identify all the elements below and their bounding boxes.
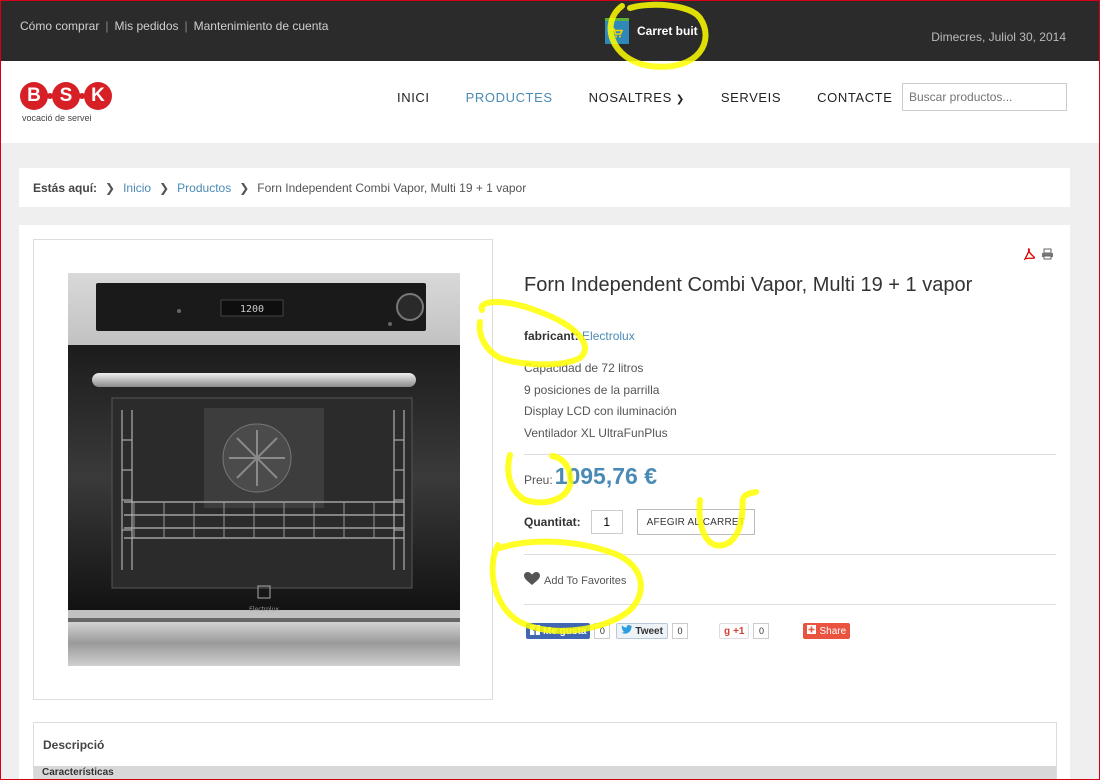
- link-my-orders[interactable]: Mis pedidos: [114, 19, 178, 33]
- quantity-row: Quantitat: AFEGIR AL CARRET: [524, 509, 756, 535]
- separator: |: [184, 19, 188, 33]
- divider: [524, 454, 1056, 455]
- manufacturer-label: fabricant:: [524, 329, 579, 343]
- characteristics-header: Características: [34, 766, 1056, 780]
- feature-item: Display LCD con iluminación: [524, 404, 677, 418]
- breadcrumb: Estás aquí: ❯ Inicio ❯ Productos ❯ Forn …: [19, 168, 1070, 207]
- nav-inici[interactable]: INICI: [397, 90, 430, 105]
- product-manufacturer: fabricant: Electrolux: [524, 329, 635, 343]
- facebook-like-button[interactable]: Me gusta: [526, 623, 591, 639]
- quantity-label: Quantitat:: [524, 515, 581, 529]
- nav-productes[interactable]: PRODUCTES: [466, 90, 553, 105]
- top-bar: Cómo comprar | Mis pedidos | Mantenimien…: [0, 0, 1100, 61]
- favorites-label: Add To Favorites: [544, 574, 627, 587]
- feature-item: Capacidad de 72 litros: [524, 361, 644, 375]
- price-label: Preu:: [524, 473, 553, 487]
- cart-status: Carret buit: [637, 24, 698, 38]
- facebook-icon: [530, 624, 540, 638]
- logo-letter: B: [20, 82, 48, 110]
- logo-tagline: vocació de servei: [22, 113, 92, 123]
- nav-contacte[interactable]: CONTACTE: [817, 90, 892, 105]
- chevron-down-icon: ❯: [675, 94, 685, 105]
- facebook-label: Me gusta: [543, 625, 587, 637]
- breadcrumb-label: Estás aquí:: [33, 180, 98, 195]
- quantity-input[interactable]: [590, 510, 623, 534]
- google-plus-icon: g: [723, 625, 731, 637]
- oven-brand: Electrolux: [249, 606, 279, 613]
- divider: [524, 604, 1056, 605]
- nav-serveis[interactable]: SERVEIS: [721, 90, 781, 105]
- nav-nosaltres[interactable]: NOSALTRES ❯: [589, 90, 685, 105]
- nav-nosaltres-label: NOSALTRES: [588, 90, 672, 105]
- print-icon[interactable]: [1041, 247, 1054, 265]
- add-to-favorites[interactable]: Add To Favorites: [524, 572, 626, 589]
- feature-list: Capacidad de 72 litros 9 posiciones de l…: [524, 358, 677, 444]
- link-account[interactable]: Mantenimiento de cuenta: [194, 19, 329, 33]
- plus-icon: [807, 625, 817, 637]
- chevron-right-icon: ❯: [105, 180, 116, 195]
- site-logo[interactable]: B S K vocació de servei: [20, 82, 112, 123]
- tweet-label: Tweet: [635, 625, 663, 637]
- tab-description[interactable]: Descripció: [43, 738, 104, 752]
- google-plus-count: 0: [753, 623, 770, 639]
- feature-item: Ventilador XL UltraFunPlus: [524, 425, 668, 440]
- product-tools: [1023, 247, 1054, 265]
- heart-icon: [524, 572, 540, 589]
- tweet-count: 0: [671, 623, 688, 639]
- social-buttons: Me gusta 0 Tweet 0 g +1 0 Share: [526, 623, 851, 639]
- oven-image: 1200 Electrolux: [68, 273, 460, 666]
- chevron-right-icon: ❯: [159, 180, 170, 195]
- main-nav: INICI PRODUCTES NOSALTRES ❯ SERVEIS CONTA…: [397, 90, 929, 105]
- product-price: 1095,76 €: [554, 463, 658, 489]
- google-plus-button[interactable]: g +1: [718, 623, 750, 639]
- cart-icon: [605, 18, 629, 44]
- tweet-button[interactable]: Tweet: [616, 623, 668, 639]
- chevron-right-icon: ❯: [239, 180, 250, 195]
- search-input[interactable]: [902, 83, 1067, 111]
- current-date: Dimecres, Juliol 30, 2014: [931, 30, 1066, 44]
- logo-letter: K: [84, 82, 112, 110]
- google-plus-label: +1: [733, 625, 745, 637]
- oven-display: 1200: [240, 304, 264, 315]
- separator: |: [105, 19, 109, 33]
- breadcrumb-home[interactable]: Inicio: [123, 181, 151, 195]
- twitter-icon: [621, 625, 633, 637]
- breadcrumb-current: Forn Independent Combi Vapor, Multi 19 +…: [257, 180, 527, 195]
- divider: [524, 554, 1056, 555]
- share-button[interactable]: Share: [803, 623, 851, 639]
- feature-item: 9 posiciones de la parrilla: [524, 382, 660, 397]
- product-image[interactable]: 1200 Electrolux: [33, 239, 493, 700]
- description-panel: Descripció Características: [33, 722, 1057, 780]
- product-title: Forn Independent Combi Vapor, Multi 19 +…: [524, 274, 973, 296]
- product-panel: 1200 Electrolux Forn Independent Combi V…: [19, 225, 1070, 780]
- mini-cart[interactable]: Carret buit: [605, 18, 698, 44]
- top-links: Cómo comprar | Mis pedidos | Mantenimien…: [20, 19, 328, 33]
- share-label: Share: [819, 625, 847, 637]
- manufacturer-link[interactable]: Electrolux: [582, 329, 635, 343]
- breadcrumb-products[interactable]: Productos: [177, 181, 231, 195]
- logo-letter: S: [52, 82, 80, 110]
- price-row: Preu: 1095,76 €: [524, 463, 657, 490]
- facebook-count: 0: [594, 623, 611, 639]
- link-how-to-buy[interactable]: Cómo comprar: [20, 19, 99, 33]
- add-to-cart-button[interactable]: AFEGIR AL CARRET: [636, 509, 756, 535]
- pdf-icon[interactable]: [1023, 247, 1035, 265]
- site-header: B S K vocació de servei INICI PRODUCTES …: [0, 61, 1100, 143]
